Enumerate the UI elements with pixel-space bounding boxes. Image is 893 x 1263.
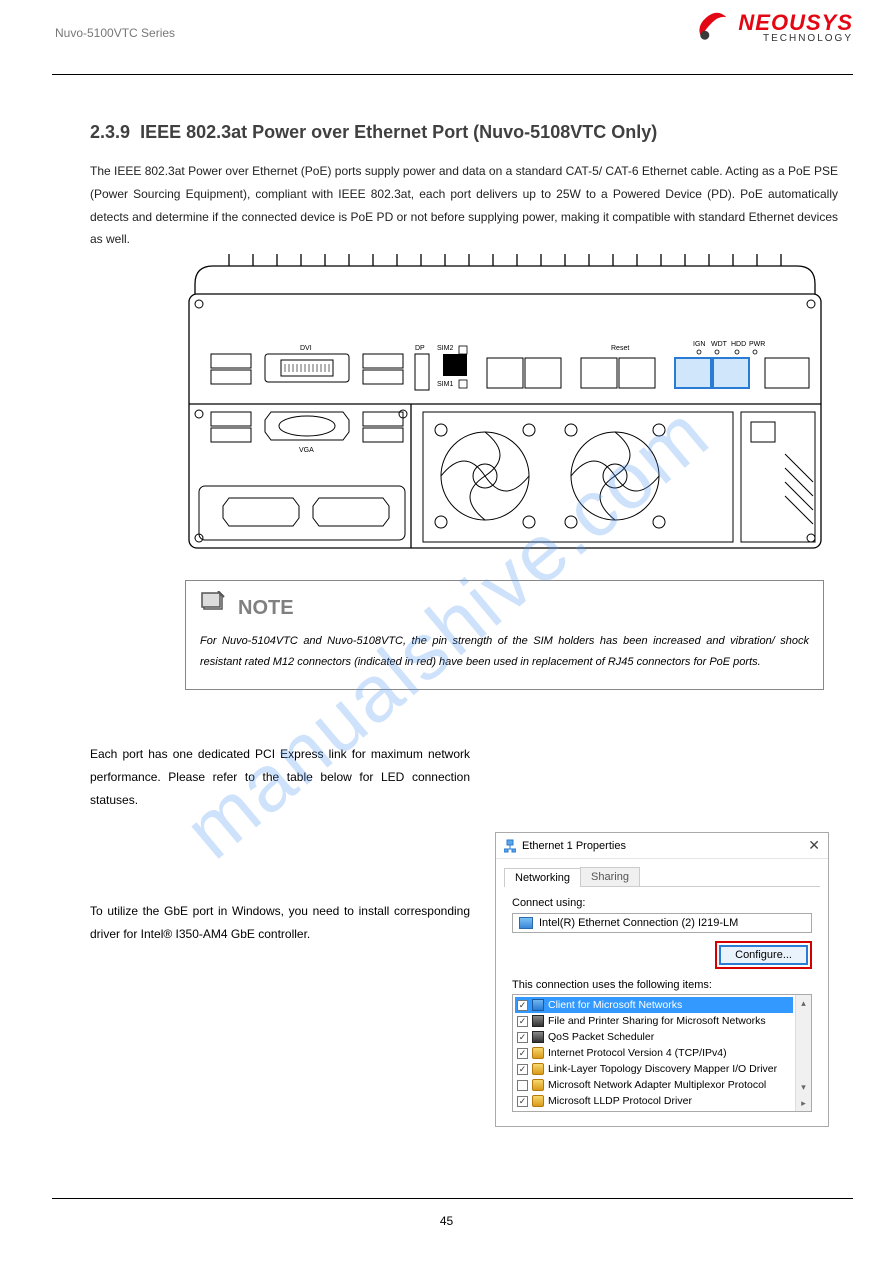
scroll-down-icon[interactable]: ▾	[796, 1079, 811, 1095]
list-item-label: QoS Packet Scheduler	[548, 1031, 654, 1043]
svg-text:HDD: HDD	[731, 341, 746, 348]
neousys-logo-icon	[694, 10, 730, 46]
list-item[interactable]: ✓ Link-Layer Topology Discovery Mapper I/…	[515, 1061, 793, 1077]
svg-text:DP: DP	[415, 345, 425, 352]
configure-button[interactable]: Configure...	[719, 945, 808, 965]
brand-sub: TECHNOLOGY	[738, 34, 853, 44]
scrollbar[interactable]: ▴ ▾ ▸	[795, 995, 811, 1111]
list-item[interactable]: ✓ Internet Protocol Version 4 (TCP/IPv4)	[515, 1045, 793, 1061]
checkbox[interactable]: ✓	[517, 1096, 528, 1107]
note-title: NOTE	[238, 589, 294, 627]
checkbox[interactable]: ✓	[517, 1032, 528, 1043]
ethernet-properties-dialog: Ethernet 1 Properties ✕ Networking Shari…	[495, 832, 829, 1127]
device-rear-diagram: DVI VGA DP SIM2 SIM1 Reset IGN WDT HDD P…	[185, 254, 825, 554]
adapter-field[interactable]: Intel(R) Ethernet Connection (2) I219-LM	[512, 913, 812, 933]
share-service-icon	[532, 1031, 544, 1043]
proto-service-icon	[532, 1047, 544, 1059]
list-item[interactable]: ✓ QoS Packet Scheduler	[515, 1029, 793, 1045]
svg-text:DVI: DVI	[300, 345, 312, 352]
svg-text:IGN: IGN	[693, 341, 705, 348]
section-heading: 2.3.9 IEEE 802.3at Power over Ethernet P…	[90, 122, 657, 143]
checkbox[interactable]: ✓	[517, 1048, 528, 1059]
configure-highlight: Configure...	[715, 941, 812, 969]
note-box: NOTE For Nuvo-5104VTC and Nuvo-5108VTC, …	[185, 580, 824, 690]
svg-text:VGA: VGA	[299, 447, 314, 454]
checkbox[interactable]: ✓	[517, 1016, 528, 1027]
checkbox[interactable]: ✓	[517, 1064, 528, 1075]
brand-header: NEOUSYS TECHNOLOGY	[694, 10, 853, 46]
dialog-title: Ethernet 1 Properties	[522, 840, 626, 852]
list-item-label: Internet Protocol Version 4 (TCP/IPv4)	[548, 1047, 727, 1059]
svg-text:Reset: Reset	[611, 345, 629, 352]
list-item-label: Link-Layer Topology Discovery Mapper I/O…	[548, 1063, 777, 1075]
dialog-titlebar: Ethernet 1 Properties ✕	[496, 833, 828, 859]
list-item[interactable]: ✓ File and Printer Sharing for Microsoft …	[515, 1013, 793, 1029]
list-item-label: File and Printer Sharing for Microsoft N…	[548, 1015, 766, 1027]
proto-service-icon	[532, 1095, 544, 1107]
footer-rule	[52, 1198, 853, 1199]
list-item-label: Microsoft Network Adapter Multiplexor Pr…	[548, 1079, 766, 1091]
items-label: This connection uses the following items…	[512, 979, 812, 991]
paragraph-led: Each port has one dedicated PCI Express …	[90, 743, 470, 811]
paragraph-driver: To utilize the GbE port in Windows, you …	[90, 900, 470, 946]
page-number: 45	[0, 1214, 893, 1228]
list-item[interactable]: ✓ Microsoft LLDP Protocol Driver	[515, 1093, 793, 1109]
brand-name: NEOUSYS	[738, 12, 853, 34]
svg-text:SIM2: SIM2	[437, 345, 453, 352]
connect-using-label: Connect using:	[512, 897, 812, 909]
svg-text:PWR: PWR	[749, 341, 765, 348]
dialog-tabs: Networking Sharing	[504, 867, 820, 887]
svg-text:WDT: WDT	[711, 341, 728, 348]
scroll-right-icon[interactable]: ▸	[796, 1095, 811, 1111]
header-rule	[52, 74, 853, 75]
intro-paragraph: The IEEE 802.3at Power over Ethernet (Po…	[90, 160, 838, 251]
net-service-icon	[532, 999, 544, 1011]
note-body: For Nuvo-5104VTC and Nuvo-5108VTC, the p…	[200, 631, 809, 673]
note-icon	[200, 591, 228, 615]
nic-icon	[519, 917, 533, 929]
adapter-name: Intel(R) Ethernet Connection (2) I219-LM	[539, 917, 738, 929]
close-icon[interactable]: ✕	[808, 837, 820, 854]
svg-text:SIM1: SIM1	[437, 381, 453, 388]
proto-service-icon	[532, 1063, 544, 1075]
ethernet-icon	[504, 839, 516, 853]
list-item[interactable]: Microsoft Network Adapter Multiplexor Pr…	[515, 1077, 793, 1093]
connection-items-list[interactable]: ✓ Client for Microsoft Networks ✓ File and …	[512, 994, 812, 1112]
header-series-text: Nuvo-5100VTC Series	[55, 26, 175, 40]
checkbox[interactable]: ✓	[517, 1000, 528, 1011]
share-service-icon	[532, 1015, 544, 1027]
list-item-label: Client for Microsoft Networks	[548, 999, 682, 1011]
checkbox[interactable]	[517, 1080, 528, 1091]
list-item-label: Microsoft LLDP Protocol Driver	[548, 1095, 692, 1107]
proto-service-icon	[532, 1079, 544, 1091]
tab-sharing[interactable]: Sharing	[580, 867, 640, 886]
list-item[interactable]: ✓ Client for Microsoft Networks	[515, 997, 793, 1013]
tab-networking[interactable]: Networking	[504, 868, 581, 887]
scroll-up-icon[interactable]: ▴	[796, 995, 811, 1011]
